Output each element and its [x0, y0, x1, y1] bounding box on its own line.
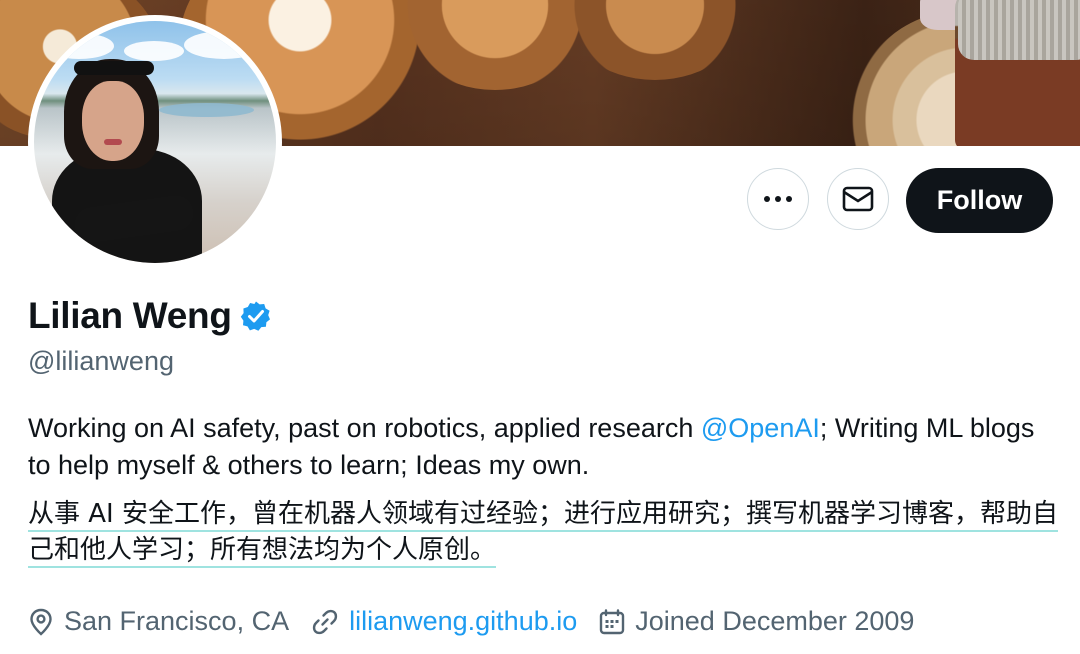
verified-badge-icon[interactable] [240, 300, 272, 332]
joined-item: Joined December 2009 [599, 606, 914, 637]
profile-name-row: Lilian Weng [28, 295, 272, 337]
message-button[interactable] [827, 168, 889, 230]
location-pin-icon [30, 608, 52, 636]
website-link[interactable]: lilianweng.github.io [349, 606, 577, 637]
avatar-lips [104, 139, 122, 145]
profile-bio: Working on AI safety, past on robotics, … [28, 410, 1038, 484]
calendar-icon [600, 608, 625, 634]
more-options-button[interactable] [747, 168, 809, 230]
profile-handle: @lilianweng [28, 346, 174, 376]
more-horizontal-icon [764, 196, 792, 202]
follow-button[interactable]: Follow [906, 168, 1053, 233]
avatar-water [159, 103, 254, 117]
envelope-icon [842, 186, 874, 212]
profile-meta: San Francisco, CA lilianweng.github.io J… [28, 606, 936, 637]
location-text: San Francisco, CA [64, 606, 290, 636]
display-name: Lilian Weng [28, 295, 232, 336]
bio-translation: 从事 AI 安全工作，曾在机器人领域有过经验；进行应用研究；撰写机器学习博客，帮… [28, 496, 1058, 568]
avatar-face [82, 81, 144, 161]
banner-jar-lid [958, 0, 1080, 60]
bio-text: Working on AI safety, past on robotics, … [28, 413, 701, 443]
bio-mention-link[interactable]: @OpenAI [701, 413, 820, 443]
bio-translation-text: 从事 AI 安全工作，曾在机器人领域有过经验；进行应用研究；撰写机器学习博客，帮… [28, 499, 1058, 568]
avatar[interactable] [28, 15, 282, 269]
avatar-cloud [44, 33, 114, 59]
avatar-cloud [124, 41, 184, 61]
link-icon [312, 609, 338, 634]
banner-pastry [560, 0, 750, 80]
location-item: San Francisco, CA [28, 606, 289, 637]
avatar-photo [34, 21, 276, 263]
avatar-sunglasses [74, 61, 154, 75]
joined-text: Joined December 2009 [635, 606, 915, 636]
website-item[interactable]: lilianweng.github.io [311, 606, 577, 637]
avatar-cloud [184, 31, 264, 59]
